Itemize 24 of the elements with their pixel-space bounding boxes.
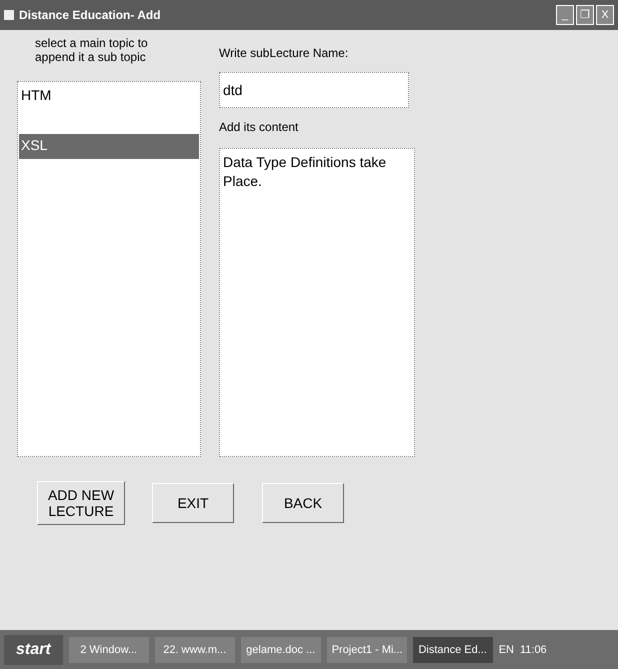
action-button[interactable]: EXIT: [152, 483, 234, 523]
window-control-button[interactable]: X: [596, 5, 614, 25]
topic-label: select a main topic to append it a sub topic: [34, 35, 149, 66]
window-control-button[interactable]: ❐: [576, 5, 594, 25]
action-button[interactable]: ADD NEW LECTURE: [37, 481, 125, 525]
taskbar-item[interactable]: gelame.doc ...: [240, 636, 321, 662]
content-label: Add its content: [219, 119, 300, 136]
taskbar-item[interactable]: Distance Ed...: [412, 636, 493, 662]
language-indicator: EN: [498, 644, 514, 656]
start-button[interactable]: start: [4, 634, 63, 664]
action-button[interactable]: BACK: [262, 483, 344, 523]
taskbar-item[interactable]: Project1 - Mi...: [326, 636, 407, 662]
content-field[interactable]: Data Type Definitions take Place.: [219, 148, 415, 457]
clock: 11:06: [520, 644, 547, 656]
window-icon: [4, 10, 14, 20]
topic-item[interactable]: HTM: [19, 84, 199, 109]
window-control-button[interactable]: _: [556, 5, 574, 25]
window-title: Distance Education- Add: [19, 8, 162, 22]
taskbar-item[interactable]: 22. www.m...: [154, 636, 235, 662]
topic-item[interactable]: XSL: [19, 134, 199, 159]
taskbar-item[interactable]: 2 Window...: [68, 636, 149, 662]
name-label: Write subLecture Name:: [219, 45, 350, 62]
topic-list[interactable]: HTM XSL: [17, 81, 201, 457]
name-field[interactable]: dtd: [219, 72, 409, 108]
